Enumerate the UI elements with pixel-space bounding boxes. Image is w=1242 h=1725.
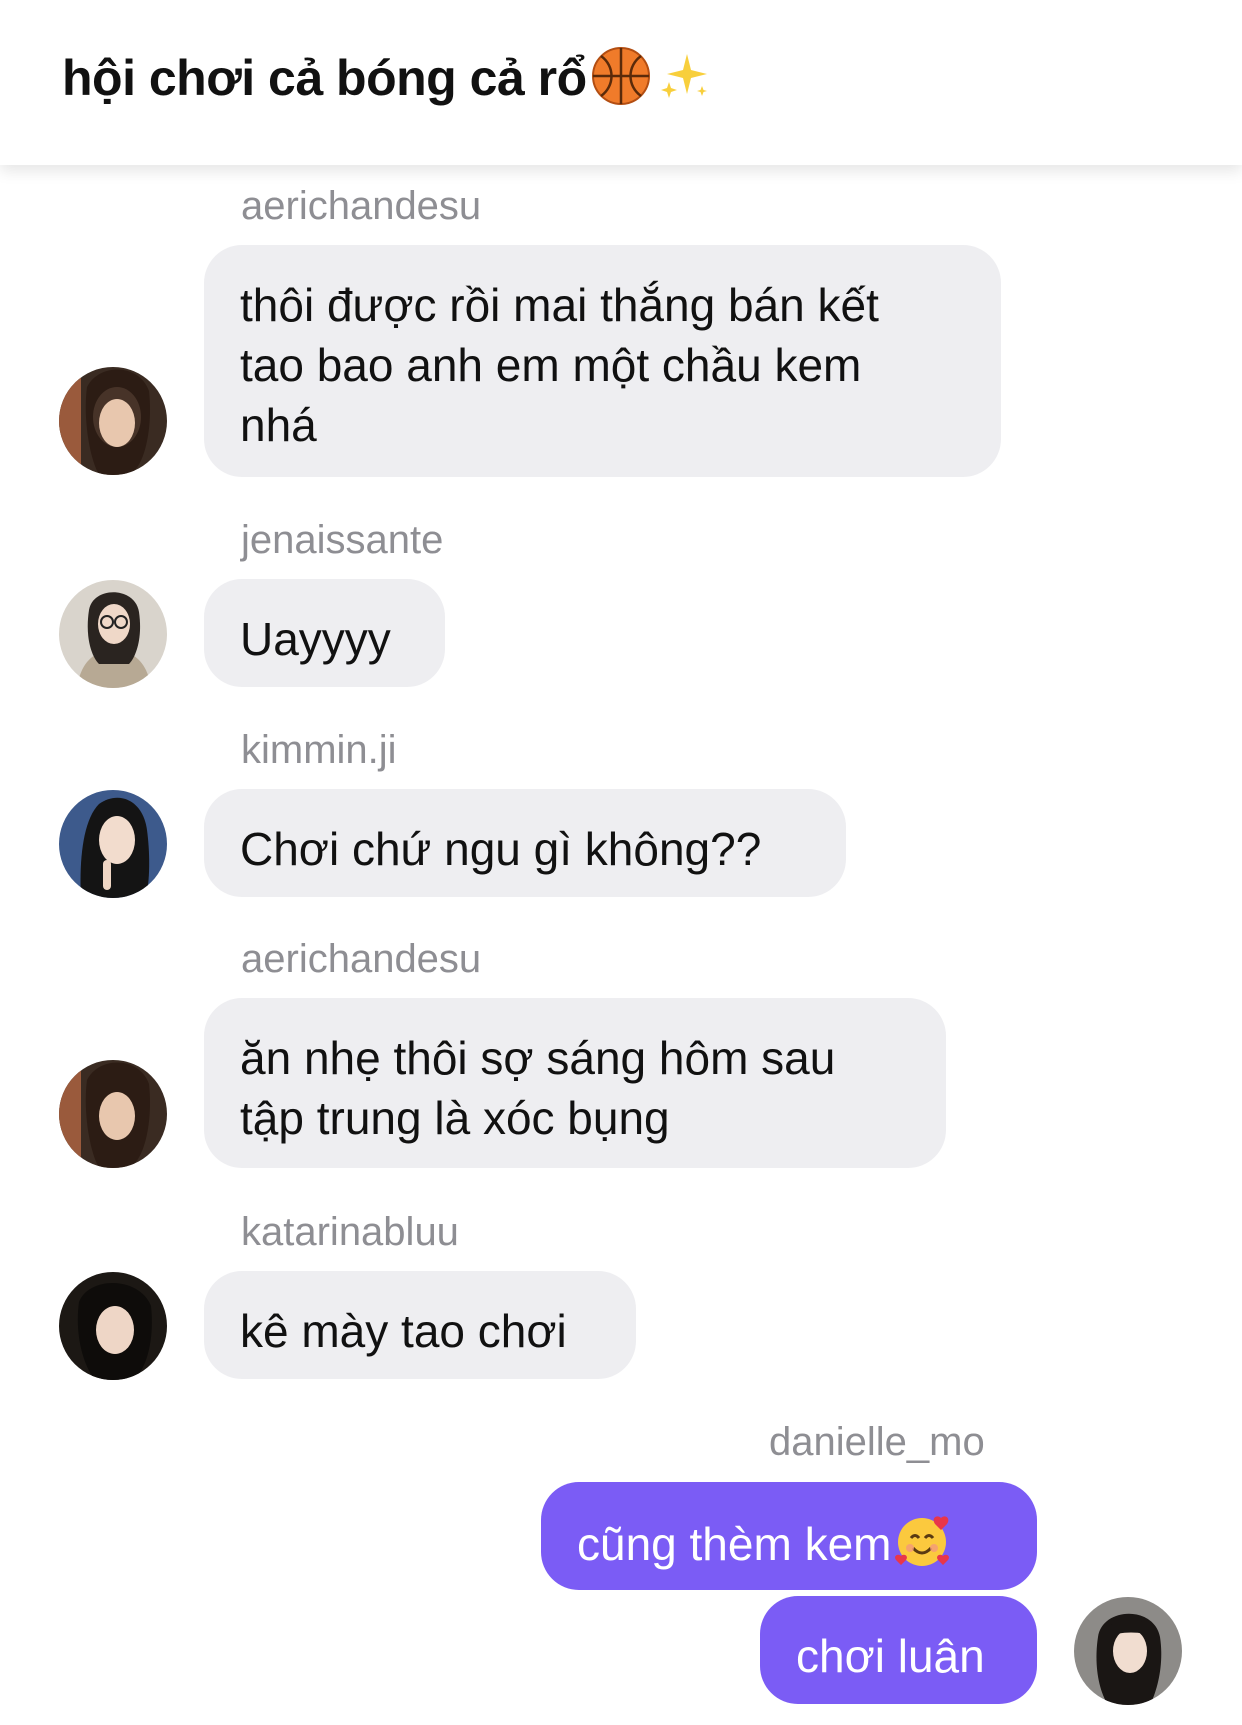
message-bubble-outgoing[interactable]: chơi luân [760,1596,1037,1704]
message-text: Chơi chứ ngu gì không?? [240,823,762,875]
message-text: thôi được rồi mai thắng bán kết [240,279,879,331]
message-text: nhá [240,399,317,451]
message-text: tập trung là xóc bụng [240,1092,670,1144]
message-text: Uayyyy [240,613,391,665]
message-bubble[interactable]: thôi được rồi mai thắng bán kết tao bao … [204,245,1001,477]
chat-header: hội chơi cả bóng cả rổ [0,0,1242,165]
message-text: chơi luân [796,1630,985,1682]
avatar[interactable] [1074,1597,1182,1705]
message-bubble[interactable]: ăn nhẹ thôi sợ sáng hôm sau tập trung là… [204,998,946,1168]
avatar[interactable] [59,1060,167,1168]
group-title-text: hội chơi cả bóng cả rổ [62,50,587,107]
avatar[interactable] [59,367,167,475]
avatar[interactable] [59,790,167,898]
sender-name: jenaissante [241,518,444,562]
sender-name: aerichandesu [241,937,482,981]
message-text: kê mày tao chơi [240,1305,567,1357]
message-text: tao bao anh em một chầu kem [240,339,862,391]
message-text: cũng thèm kem [577,1512,1001,1584]
message-bubble[interactable]: Chơi chứ ngu gì không?? [204,789,846,897]
message-bubble[interactable]: Uayyyy [204,579,445,687]
message-list[interactable]: aerichandesu thôi được rồi mai thắng bán… [0,0,1242,1725]
message-bubble[interactable]: kê mày tao chơi [204,1271,636,1379]
sender-name: danielle_mo [769,1420,985,1464]
sender-name: kimmin.ji [241,728,397,772]
avatar[interactable] [59,1272,167,1380]
basketball-icon [591,46,651,118]
message-text-content: cũng thèm kem [577,1518,892,1571]
sender-name: aerichandesu [241,184,482,228]
group-title[interactable]: hội chơi cả bóng cả rổ [62,46,713,118]
sparkles-icon [657,48,713,116]
message-bubble-outgoing[interactable]: cũng thèm kem [541,1482,1037,1590]
sender-name: katarinabluu [241,1210,459,1254]
avatar[interactable] [59,580,167,688]
message-text: ăn nhẹ thôi sợ sáng hôm sau [240,1032,836,1084]
smiling-face-with-hearts-icon [893,1512,951,1584]
